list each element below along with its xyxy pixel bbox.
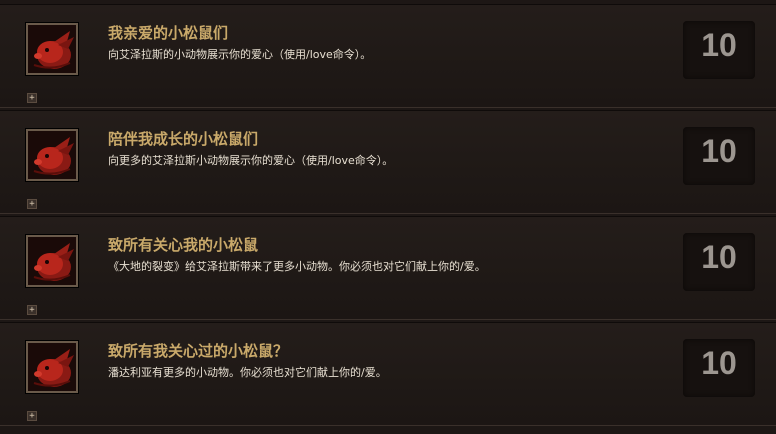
- achievement-icon-frame: [26, 129, 78, 181]
- achievement-points-badge: 10: [683, 127, 755, 185]
- achievement-points-badge: 10: [683, 21, 755, 79]
- expand-toggle[interactable]: +: [27, 199, 37, 209]
- achievement-title: 我亲爱的小松鼠们: [108, 24, 229, 42]
- achievement-row[interactable]: + 我亲爱的小松鼠们 向艾泽拉斯的小动物展示你的爱心（使用/love命令）。 1…: [0, 4, 776, 108]
- achievement-points: 10: [701, 239, 737, 275]
- achievement-row[interactable]: + 致所有关心我的小松鼠 《大地的裂变》给艾泽拉斯带来了更多小动物。你必须也对它…: [0, 216, 776, 320]
- achievement-title: 陪伴我成长的小松鼠们: [108, 130, 259, 148]
- red-rabbit-icon: [28, 25, 76, 73]
- red-rabbit-icon: [28, 343, 76, 391]
- expand-toggle[interactable]: +: [27, 411, 37, 421]
- achievement-points-badge: 10: [683, 233, 755, 291]
- achievement-title: 致所有我关心过的小松鼠？: [108, 342, 289, 360]
- achievement-icon-frame: [26, 235, 78, 287]
- achievement-row[interactable]: + 陪伴我成长的小松鼠们 向更多的艾泽拉斯小动物展示你的爱心（使用/love命令…: [0, 110, 776, 214]
- achievement-description: 潘达利亚有更多的小动物。你必须也对它们献上你的/爱。: [108, 366, 387, 379]
- achievement-row[interactable]: + 致所有我关心过的小松鼠？ 潘达利亚有更多的小动物。你必须也对它们献上你的/爱…: [0, 322, 776, 426]
- achievement-points: 10: [701, 133, 737, 169]
- red-rabbit-icon: [28, 131, 76, 179]
- achievement-points-badge: 10: [683, 339, 755, 397]
- achievement-description: 《大地的裂变》给艾泽拉斯带来了更多小动物。你必须也对它们献上你的/爱。: [108, 260, 486, 273]
- expand-toggle[interactable]: +: [27, 305, 37, 315]
- achievement-points: 10: [701, 27, 737, 63]
- red-rabbit-icon: [28, 237, 76, 285]
- achievement-points: 10: [701, 345, 737, 381]
- achievement-icon-frame: [26, 341, 78, 393]
- achievement-description: 向艾泽拉斯的小动物展示你的爱心（使用/love命令）。: [108, 48, 372, 61]
- achievement-description: 向更多的艾泽拉斯小动物展示你的爱心（使用/love命令）。: [108, 154, 394, 167]
- achievement-list: + 我亲爱的小松鼠们 向艾泽拉斯的小动物展示你的爱心（使用/love命令）。 1…: [0, 0, 776, 434]
- achievement-title: 致所有关心我的小松鼠: [108, 236, 259, 254]
- achievement-icon-frame: [26, 23, 78, 75]
- expand-toggle[interactable]: +: [27, 93, 37, 103]
